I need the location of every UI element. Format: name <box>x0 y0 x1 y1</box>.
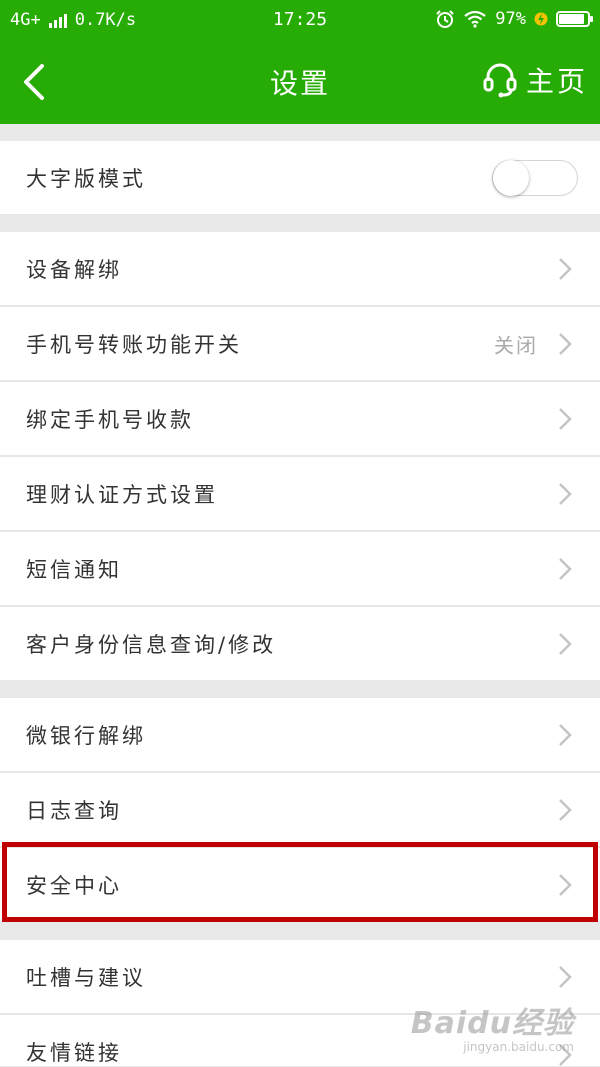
log-query-row[interactable]: 日志查询 <box>0 773 600 846</box>
wechat-bank-unbind-row[interactable]: 微银行解绑 <box>0 698 600 771</box>
chevron-right-icon <box>559 632 572 655</box>
watermark-site: jingyan.baidu.com <box>463 1040 574 1054</box>
chevron-right-icon <box>559 873 572 896</box>
chevron-right-icon <box>559 482 572 505</box>
battery-fill <box>559 14 584 24</box>
finance-auth-row[interactable]: 理财认证方式设置 <box>0 457 600 530</box>
phone-transfer-status: 关闭 <box>494 333 538 357</box>
battery-icon <box>556 11 593 27</box>
chevron-right-icon <box>559 557 572 580</box>
sms-notify-label: 短信通知 <box>26 557 122 582</box>
large-font-mode-label: 大字版模式 <box>26 166 146 191</box>
charging-icon <box>534 12 548 26</box>
device-unbind-row[interactable]: 设备解绑 <box>0 232 600 305</box>
chevron-right-icon <box>559 257 572 280</box>
security-center-label: 安全中心 <box>26 873 122 898</box>
nav-bar: 设置 主页 <box>0 40 600 124</box>
security-center-row[interactable]: 安全中心 <box>0 848 600 921</box>
status-bar: 4G+ 0.7K/s 17:25 97% <box>0 0 600 40</box>
wechat-bank-unbind-label: 微银行解绑 <box>26 723 146 748</box>
bind-phone-collect-row[interactable]: 绑定手机号收款 <box>0 382 600 455</box>
phone-transfer-row[interactable]: 手机号转账功能开关 关闭 <box>0 307 600 380</box>
watermark-logo: Baidu经验 <box>410 1006 574 1041</box>
back-button[interactable] <box>18 62 54 102</box>
toggle-knob <box>493 159 529 196</box>
chevron-right-icon <box>559 407 572 430</box>
chevron-right-icon <box>559 332 572 355</box>
headset-icon <box>483 63 517 98</box>
chevron-right-icon <box>559 798 572 821</box>
chevron-right-icon <box>559 965 572 988</box>
status-right: 97% <box>435 9 593 29</box>
device-unbind-label: 设备解绑 <box>26 257 122 282</box>
large-font-mode-row: 大字版模式 <box>0 141 600 214</box>
home-label: 主页 <box>525 65 588 98</box>
log-query-label: 日志查询 <box>26 798 122 823</box>
feedback-label: 吐槽与建议 <box>26 965 146 990</box>
chevron-right-icon <box>559 723 572 746</box>
phone-transfer-label: 手机号转账功能开关 <box>26 332 242 357</box>
bind-phone-collect-label: 绑定手机号收款 <box>26 407 194 432</box>
customer-identity-label: 客户身份信息查询/修改 <box>26 632 277 657</box>
alarm-icon <box>436 10 454 28</box>
home-button[interactable]: 主页 <box>482 60 588 100</box>
friend-links-label: 友情链接 <box>26 1041 122 1065</box>
back-icon <box>24 64 44 100</box>
sms-notify-row[interactable]: 短信通知 <box>0 532 600 605</box>
battery-percent: 97% <box>495 9 526 29</box>
baidu-watermark: Baidu经验 jingyan.baidu.com <box>411 998 574 1054</box>
large-font-mode-toggle[interactable] <box>492 159 578 196</box>
customer-identity-row[interactable]: 客户身份信息查询/修改 <box>0 607 600 680</box>
wifi-icon <box>464 10 486 28</box>
finance-auth-label: 理财认证方式设置 <box>26 482 218 507</box>
